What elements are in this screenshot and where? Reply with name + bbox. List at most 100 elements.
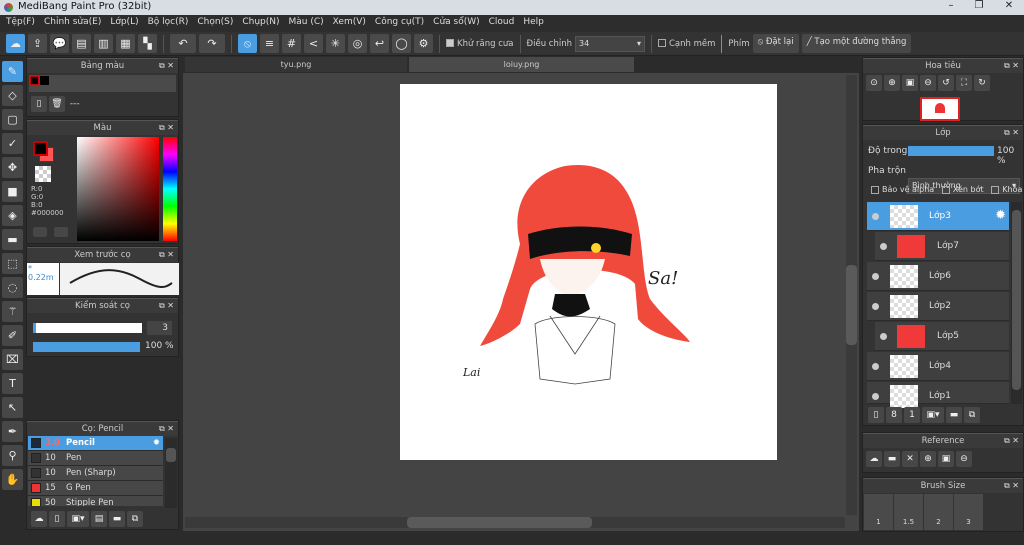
eye-icon[interactable] [872,303,879,310]
close-icon[interactable]: ✕ [902,451,918,467]
storyboard-icon[interactable]: ▦ [116,34,135,53]
close-button[interactable]: ✕ [996,0,1022,13]
rotate-left-icon[interactable]: ↺ [938,75,954,91]
undo-icon[interactable]: ↶ [170,34,196,53]
brush-size-3[interactable]: 3 [954,494,983,530]
layer-item[interactable]: Lớp4 [867,352,1009,381]
divide-tool-icon[interactable]: ✒ [2,421,23,442]
brush-item[interactable]: 3.0 Pencil ✹ [28,436,163,451]
grid-snap-icon[interactable]: # [282,34,301,53]
soft-edge-checkbox[interactable]: Cạnh mềm [657,39,715,49]
menu-edit[interactable]: Chỉnh sửa(E) [42,15,108,32]
color-picker-icon[interactable] [54,227,68,237]
cloud-icon[interactable]: ☁ [6,34,25,53]
brush-size-value[interactable]: 3 [147,321,172,335]
move-tool-icon[interactable]: ✥ [2,157,23,178]
eye-icon[interactable] [880,243,887,250]
share-icon[interactable]: ⇪ [28,34,47,53]
layer-scrollbar[interactable] [1011,202,1022,404]
brush-item[interactable]: 10 Pen (Sharp) [28,466,163,481]
panel-close-icon[interactable]: ⧉ ✕ [1004,481,1019,491]
panel-close-icon[interactable]: ⧉ ✕ [159,424,174,434]
eye-icon[interactable] [880,333,887,340]
layer-item[interactable]: Lớp2 [867,292,1009,321]
lasso-tool-icon[interactable]: ◌ [2,277,23,298]
panel-close-icon[interactable]: ⧉ ✕ [159,301,174,311]
fit-icon[interactable]: ▣ [902,75,918,91]
brush-tool-icon[interactable]: ✎ [2,61,23,82]
panel-close-icon[interactable]: ⧉ ✕ [159,123,174,133]
add-layer-menu-icon[interactable]: ▣▾ [922,407,944,423]
magic-wand-tool-icon[interactable]: ⚚ [2,301,23,322]
zoom-out-icon[interactable]: ⊖ [956,451,972,467]
minimize-button[interactable]: – [938,0,964,13]
brush-settings-icon[interactable]: ▤ [91,511,107,527]
select-tool-icon[interactable]: ⬚ [2,253,23,274]
brush-item[interactable]: 10 Pen [28,451,163,466]
new-8bit-layer-icon[interactable]: 8 [886,407,902,423]
flip-icon[interactable]: ⛶ [956,75,972,91]
gear-icon[interactable]: ✹ [153,438,160,448]
brush-size-2[interactable]: 2 [924,494,953,530]
saturation-value-picker[interactable] [77,137,159,241]
straight-line-button[interactable]: ╱ Tạo một đường thẳng [801,34,912,53]
panel-icon[interactable]: ▚ [138,34,157,53]
drawing-canvas[interactable]: Sa! Lai [400,84,777,460]
add-brush-icon[interactable]: ▣▾ [67,511,89,527]
menu-tools[interactable]: Công cụ(T) [373,15,431,32]
brush-list-scrollbar[interactable] [165,438,177,508]
menu-view[interactable]: Xem(V) [331,15,373,32]
concentric-snap-icon[interactable]: ◎ [348,34,367,53]
menu-snap[interactable]: Chụp(N) [240,15,286,32]
message-icon[interactable]: ▤ [72,34,91,53]
horizontal-scrollbar[interactable] [185,517,845,528]
panel-close-icon[interactable]: ⧉ ✕ [159,250,174,260]
eraser-tool-icon[interactable]: ◇ [2,85,23,106]
snap-settings-icon[interactable]: ⚙ [414,34,433,53]
color-wheel-icon[interactable] [33,227,47,237]
panel-close-icon[interactable]: ⧉ ✕ [1004,436,1019,446]
zoom-in-icon[interactable]: ⊕ [884,75,900,91]
duplicate-layer-icon[interactable]: ⧉ [964,407,980,423]
duplicate-icon[interactable]: ⧉ [127,511,143,527]
open-folder-icon[interactable]: ▬ [884,451,900,467]
layer-item[interactable]: Lớp5 [875,322,1009,351]
curve-snap-icon[interactable]: ↩ [370,34,389,53]
menu-cloud[interactable]: Cloud [487,15,522,32]
navigator-preview[interactable] [920,97,960,121]
menu-layer[interactable]: Lớp(L) [108,15,145,32]
fit-icon[interactable]: ▣ [938,451,954,467]
eye-icon[interactable] [872,393,879,400]
hand-tool-icon[interactable]: ✋ [2,469,23,490]
cloud-brush-icon[interactable]: ☁ [31,511,47,527]
panel-close-icon[interactable]: ⧉ ✕ [1004,61,1019,71]
zoom-in-icon[interactable]: ⊕ [920,451,936,467]
parallel-snap-icon[interactable]: ≡ [260,34,279,53]
rotate-right-icon[interactable]: ↻ [974,75,990,91]
menu-color[interactable]: Màu (C) [287,15,331,32]
cloud-icon[interactable]: ☁ [866,451,882,467]
menu-filter[interactable]: Bộ lọc(R) [146,15,196,32]
text-tool-icon[interactable]: T [2,373,23,394]
lock-checkbox[interactable]: Khóa [991,185,1022,194]
rectangle-tool-icon[interactable]: ▢ [2,109,23,130]
primary-color[interactable] [33,141,48,156]
eye-icon[interactable] [872,363,879,370]
maximize-button[interactable]: ❐ [966,0,992,13]
antialias-checkbox[interactable]: Khử răng cưa [446,39,514,49]
layer-item[interactable]: Lớp6 [867,262,1009,291]
select-eraser-tool-icon[interactable]: ⌧ [2,349,23,370]
reset-button[interactable]: ⦸ Đặt lại [752,34,799,53]
bucket-tool-icon[interactable]: ◈ [2,205,23,226]
layer-item[interactable]: Lớp1 [867,382,1009,408]
new-brush-icon[interactable]: ▯ [49,511,65,527]
menu-file[interactable]: Tệp(F) [4,15,42,32]
adjust-select[interactable]: 34 ▾ [574,35,645,52]
gear-icon[interactable]: ✹ [995,208,1006,223]
new-1bit-layer-icon[interactable]: 1 [904,407,920,423]
brush-size-1[interactable]: 1 [864,494,893,530]
panel-close-icon[interactable]: ⧉ ✕ [159,61,174,71]
panel-close-icon[interactable]: ⧉ ✕ [1004,128,1019,138]
menu-window[interactable]: Cửa sổ(W) [431,15,486,32]
layer-item[interactable]: Lớp7 [875,232,1009,261]
